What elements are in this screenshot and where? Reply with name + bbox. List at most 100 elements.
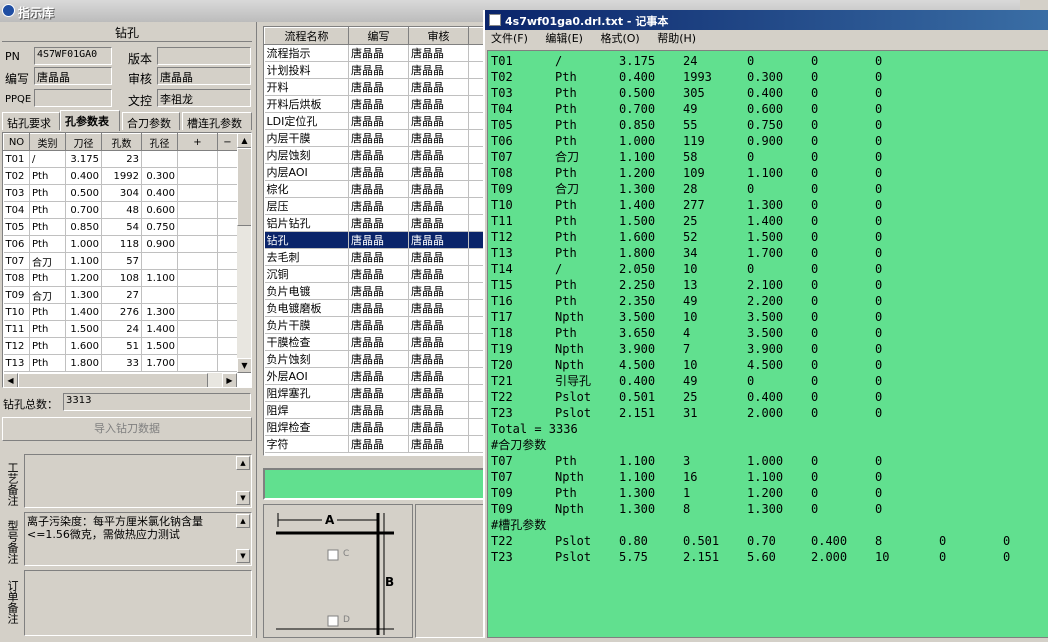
process-row[interactable]: 负片干膜 唐晶晶 唐晶晶 (264, 316, 484, 334)
hole-cell[interactable]: 1.600 (65, 337, 102, 355)
process-cell[interactable]: 沉铜 (264, 265, 349, 283)
hole-row[interactable]: T13 Pth 1.800 33 1.700 (3, 354, 238, 372)
craft-note-field[interactable] (24, 454, 252, 508)
process-cell[interactable]: 去毛刺 (264, 248, 349, 266)
hole-cell[interactable]: 1.000 (65, 235, 102, 253)
tab-slot-params[interactable]: 槽连孔参数 (182, 112, 252, 130)
hole-cell[interactable]: T05 (3, 218, 30, 236)
model-scroll-down-icon[interactable]: ▼ (236, 549, 250, 563)
hole-row[interactable]: T07 合刀 1.100 57 (3, 252, 238, 270)
hole-cell[interactable]: 1.500 (141, 337, 178, 355)
tab-merge-params[interactable]: 合刀参数 (122, 112, 180, 130)
hole-cell[interactable]: T03 (3, 184, 30, 202)
process-cell[interactable]: 唐晶晶 (348, 231, 409, 249)
hole-cell[interactable] (177, 303, 218, 321)
hole-cell[interactable]: 1.100 (141, 269, 178, 287)
process-row[interactable]: 内层AOI 唐晶晶 唐晶晶 (264, 163, 484, 181)
hole-cell[interactable] (177, 235, 218, 253)
hole-cell[interactable] (177, 337, 218, 355)
process-cell[interactable]: 层压 (264, 197, 349, 215)
process-cell[interactable]: 唐晶晶 (408, 95, 469, 113)
process-cell[interactable]: 开料后烘板 (264, 95, 349, 113)
hole-cell[interactable]: 1.700 (141, 354, 178, 372)
hole-grid-hscroll[interactable]: ◀ ▶ (3, 373, 237, 387)
hole-cell[interactable]: Pth (29, 218, 66, 236)
process-cell[interactable]: 唐晶晶 (348, 78, 409, 96)
process-row[interactable]: 阻焊塞孔 唐晶晶 唐晶晶 (264, 384, 484, 402)
process-row[interactable]: 流程指示 唐晶晶 唐晶晶 (264, 44, 484, 62)
menu-edit[interactable]: 编辑(E) (545, 32, 583, 45)
hole-cell[interactable]: Pth (29, 235, 66, 253)
hole-cell[interactable] (177, 184, 218, 202)
process-cell[interactable]: 唐晶晶 (408, 265, 469, 283)
editor-field[interactable]: 唐晶晶 (34, 67, 112, 85)
hole-row[interactable]: T01/3.175 23 (3, 150, 238, 168)
process-cell[interactable]: 唐晶晶 (348, 214, 409, 232)
process-cell[interactable]: 唐晶晶 (408, 146, 469, 164)
process-row[interactable]: LDI定位孔 唐晶晶 唐晶晶 (264, 112, 484, 130)
process-cell[interactable]: 负片电镀 (264, 282, 349, 300)
hole-row[interactable]: T03 Pth 0.500 304 0.400 (3, 184, 238, 202)
hole-cell[interactable]: T10 (3, 303, 30, 321)
hole-cell[interactable]: T06 (3, 235, 30, 253)
hole-cell[interactable]: 0.900 (141, 235, 178, 253)
hole-cell[interactable] (217, 269, 238, 287)
checkbox-d-label[interactable]: D (343, 615, 350, 625)
hole-cell[interactable] (217, 201, 238, 219)
hole-cell[interactable]: 118 (101, 235, 142, 253)
hole-cell[interactable]: 合刀 (29, 252, 66, 270)
process-cell[interactable]: 唐晶晶 (348, 282, 409, 300)
hole-cell[interactable]: 276 (101, 303, 142, 321)
process-cell[interactable]: 负片干膜 (264, 316, 349, 334)
process-grid[interactable]: 流程名称 编写 审核 流程指示 唐晶晶 唐晶晶 计划投料 唐晶晶 唐晶晶 开料 唐晶晶 唐晶晶 开料后… (263, 26, 485, 456)
process-cell[interactable]: 唐晶晶 (348, 333, 409, 351)
hole-cell[interactable]: 1.300 (141, 303, 178, 321)
total-field[interactable]: 3313 (63, 393, 251, 411)
hole-cell[interactable]: Pth (29, 167, 66, 185)
process-row[interactable]: 阻焊 唐晶晶 唐晶晶 (264, 401, 484, 419)
process-cell[interactable]: 字符 (264, 435, 349, 453)
process-cell[interactable]: 内层蚀刻 (264, 146, 349, 164)
hole-row[interactable]: T04 Pth 0.700 48 0.600 (3, 201, 238, 219)
craft-scroll-down-icon[interactable]: ▼ (236, 491, 250, 505)
hole-cell[interactable]: 27 (101, 286, 142, 304)
hole-cell[interactable]: 1.800 (65, 354, 102, 372)
process-row[interactable]: 内层蚀刻 唐晶晶 唐晶晶 (264, 146, 484, 164)
process-cell[interactable]: 唐晶晶 (408, 299, 469, 317)
hole-cell[interactable]: 33 (101, 354, 142, 372)
hole-cell[interactable]: 24 (101, 320, 142, 338)
process-cell[interactable]: 唐晶晶 (408, 316, 469, 334)
process-row[interactable]: 阻焊检查 唐晶晶 唐晶晶 (264, 418, 484, 436)
process-cell[interactable]: 钻孔 (264, 231, 349, 249)
process-cell[interactable]: 内层干膜 (264, 129, 349, 147)
import-drill-button[interactable]: 导入钻刀数据 (2, 417, 252, 441)
process-cell[interactable]: 唐晶晶 (408, 282, 469, 300)
hole-cell[interactable]: 0.750 (141, 218, 178, 236)
hole-cell[interactable]: 57 (101, 252, 142, 270)
hole-cell[interactable] (217, 167, 238, 185)
hole-cell[interactable]: 1.100 (65, 252, 102, 270)
tab-drill-requirements[interactable]: 钻孔要求 (2, 112, 60, 130)
hole-row[interactable]: T05 Pth 0.850 54 0.750 (3, 218, 238, 236)
hole-row[interactable]: T08 Pth 1.200 108 1.100 (3, 269, 238, 287)
hole-col-header[interactable]: 刀径 (65, 133, 102, 151)
hole-cell[interactable]: 1.300 (65, 286, 102, 304)
hole-cell[interactable]: Pth (29, 269, 66, 287)
process-row[interactable]: 棕化 唐晶晶 唐晶晶 (264, 180, 484, 198)
doc-control-field[interactable]: 李祖龙 (157, 89, 251, 107)
hole-param-grid[interactable]: NO 类别 刀径 孔数 孔径 + − T01/3.175 23 T02 Pth 0.400 1992 0… (2, 132, 252, 388)
hole-cell[interactable] (217, 320, 238, 338)
hole-cell[interactable] (177, 320, 218, 338)
process-cell[interactable]: 唐晶晶 (348, 265, 409, 283)
hole-cell[interactable] (217, 184, 238, 202)
process-row[interactable]: 钻孔 唐晶晶 唐晶晶 (264, 231, 484, 249)
hole-cell[interactable]: 0.500 (65, 184, 102, 202)
hole-cell[interactable]: 3.175 (65, 150, 102, 168)
hole-row[interactable]: T06 Pth 1.000 118 0.900 (3, 235, 238, 253)
process-cell[interactable]: 唐晶晶 (348, 180, 409, 198)
hole-cell[interactable] (177, 201, 218, 219)
process-cell[interactable]: 流程指示 (264, 44, 349, 62)
process-cell[interactable]: 唐晶晶 (408, 248, 469, 266)
hole-cell[interactable]: Pth (29, 337, 66, 355)
process-cell[interactable]: 唐晶晶 (408, 231, 469, 249)
